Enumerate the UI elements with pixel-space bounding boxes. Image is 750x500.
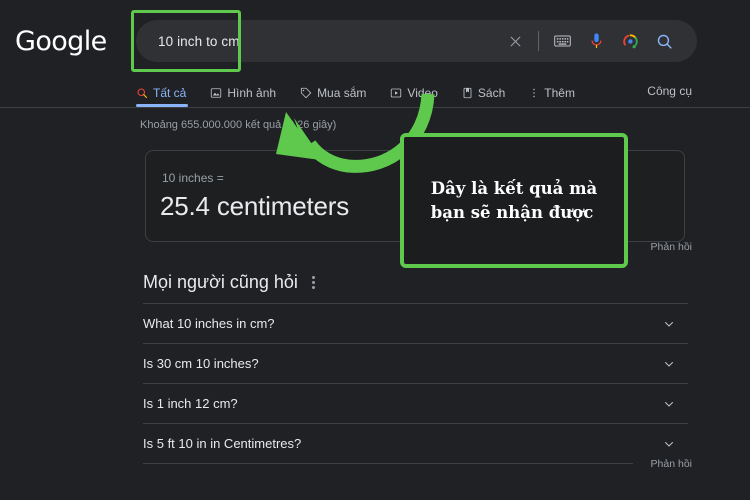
search-submit-icon[interactable] (647, 26, 681, 56)
callout-annotation-text: Dây là kết quả mà bạn sẽ nhận được (425, 177, 603, 224)
people-also-ask-title: Mọi người cũng hỏi (143, 272, 298, 292)
chevron-down-icon[interactable] (662, 357, 676, 371)
search-header: Google 10 inch to cm Tất cả Hình ảnh Mua… (0, 0, 750, 108)
clear-icon[interactable] (498, 26, 532, 56)
callout-annotation-box: Dây là kết quả mà bạn sẽ nhận được (400, 133, 628, 268)
search-input[interactable]: 10 inch to cm (158, 34, 240, 49)
keyboard-icon[interactable] (545, 26, 579, 56)
tab-tat-ca[interactable]: Tất cả (136, 80, 200, 106)
people-also-ask-kebab-icon[interactable] (308, 273, 319, 292)
tab-video[interactable]: Video (390, 80, 451, 106)
book-icon (463, 87, 472, 99)
feedback-link-top[interactable]: Phản hồi (651, 241, 692, 253)
result-count: Khoảng 655.000.000 kết quả (0,26 giây) (140, 119, 337, 131)
microphone-icon[interactable] (579, 26, 613, 56)
tab-mua-sam[interactable]: Mua sắm (300, 80, 380, 106)
kebab-icon (533, 88, 535, 98)
chevron-down-icon[interactable] (662, 397, 676, 411)
paa-question: What 10 inches in cm? (143, 316, 275, 331)
tools-button[interactable]: Công cụ (647, 84, 692, 98)
list-item[interactable]: Is 1 inch 12 cm? (143, 383, 688, 423)
feedback-link-bottom[interactable]: Phản hồi (651, 458, 692, 470)
tab-label: Thêm (544, 86, 575, 100)
people-also-ask-list: What 10 inches in cm? Is 30 cm 10 inches… (143, 303, 688, 463)
paa-bottom-divider (143, 463, 633, 464)
people-also-ask-header: Mọi người cũng hỏi (143, 272, 319, 293)
search-box[interactable]: 10 inch to cm (136, 20, 697, 62)
search-tabs: Tất cả Hình ảnh Mua sắm Video Sách Thêm (136, 80, 599, 106)
list-item[interactable]: What 10 inches in cm? (143, 303, 688, 343)
chevron-down-icon[interactable] (662, 437, 676, 451)
conversion-result-value: 25.4 centimeters (160, 191, 350, 221)
callout-line-1: Dây là kết quả mà (430, 179, 598, 199)
google-lens-icon[interactable] (613, 26, 647, 56)
paa-question: Is 30 cm 10 inches? (143, 356, 259, 371)
paa-question: Is 1 inch 12 cm? (143, 396, 238, 411)
tab-sach[interactable]: Sách (462, 80, 519, 106)
list-item[interactable]: Is 5 ft 10 in in Centimetres? (143, 423, 688, 463)
tab-label: Sách (477, 86, 506, 100)
tab-label: Mua sắm (317, 86, 367, 100)
google-search-results-page: Google 10 inch to cm Tất cả Hình ảnh Mua… (0, 0, 750, 500)
tag-icon (300, 87, 312, 99)
conversion-from-label: 10 inches = (162, 171, 224, 185)
tab-them[interactable]: Thêm (529, 80, 589, 106)
tab-label: Video (407, 86, 438, 100)
tab-label: Tất cả (153, 86, 187, 100)
video-icon (391, 88, 402, 98)
chevron-down-icon[interactable] (662, 317, 676, 331)
icon-divider (538, 31, 539, 51)
search-box-actions (498, 26, 681, 56)
google-logo[interactable]: Google (15, 28, 107, 55)
header-divider (0, 107, 750, 108)
tab-label: Hình ảnh (227, 86, 277, 100)
paa-question: Is 5 ft 10 in in Centimetres? (143, 436, 302, 451)
tab-hinh-anh[interactable]: Hình ảnh (210, 80, 290, 106)
list-item[interactable]: Is 30 cm 10 inches? (143, 343, 688, 383)
search-icon (137, 88, 148, 99)
callout-line-2: bạn sẽ nhận được (430, 202, 594, 222)
image-icon (211, 88, 222, 98)
